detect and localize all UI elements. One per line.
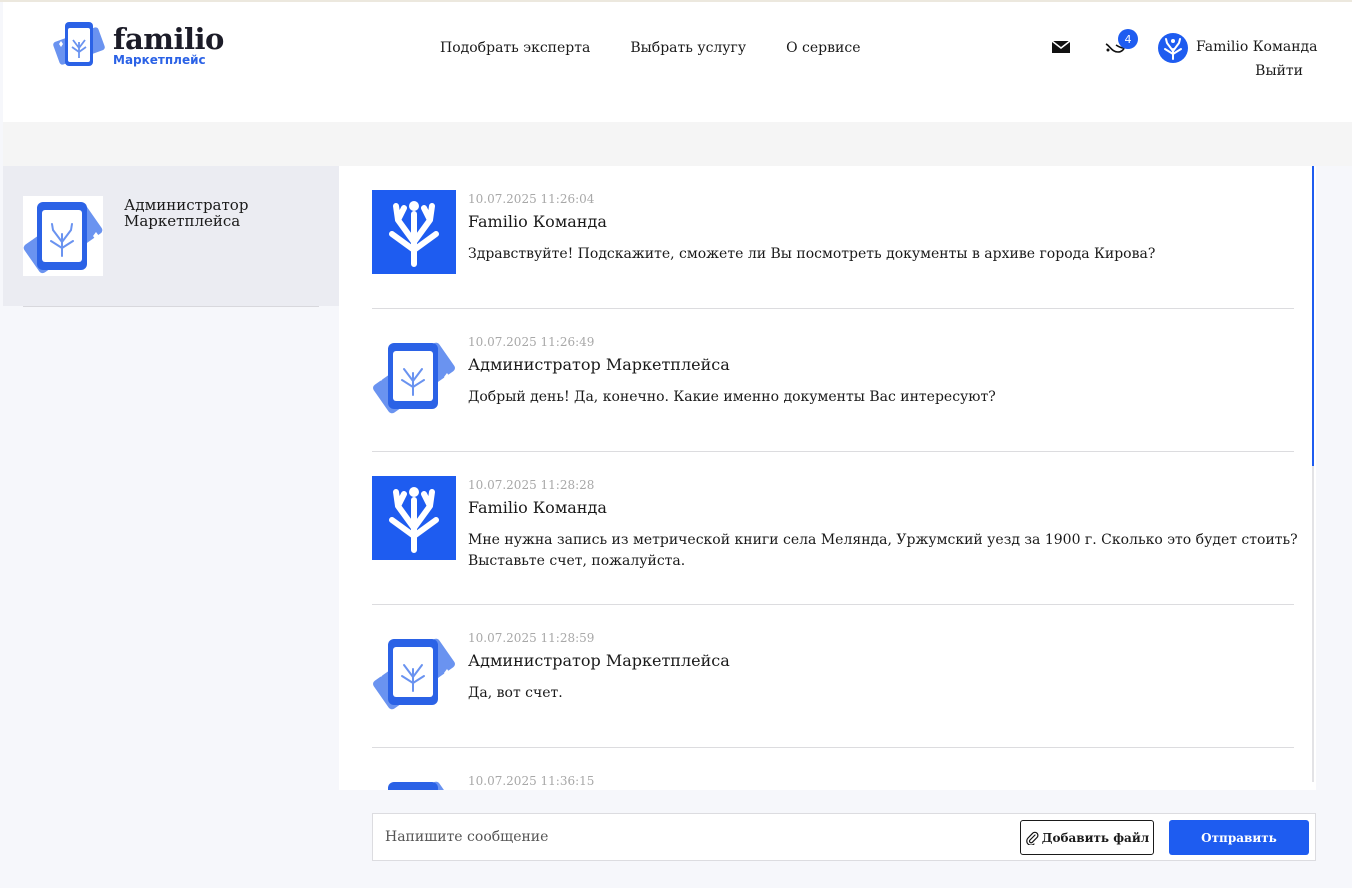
add-file-label: Добавить файл [1041,830,1150,845]
message-author: Администратор Маркетплейса [468,355,730,374]
nav-about[interactable]: О сервисе [786,40,860,56]
nav-find-expert[interactable]: Подобрать эксперта [440,40,590,56]
chat-scrollbar[interactable] [1312,166,1314,782]
user-name[interactable]: Familio Команда [1196,39,1318,55]
message-time: 10.07.2025 11:26:04 [468,192,595,206]
logo-text: familio [113,22,224,56]
header-spacer [3,122,1352,166]
mail-icon[interactable] [1052,40,1070,54]
main-nav: Подобрать эксперта Выбрать услугу О серв… [440,40,860,56]
message-time: 10.07.2025 11:36:15 [468,774,595,788]
notifications-badge: 4 [1118,29,1138,49]
marketplace-logo-icon [23,202,103,274]
chat-history[interactable]: 10.07.2025 11:26:04 Familio Команда Здра… [339,166,1316,790]
message-divider [372,451,1294,452]
contact-item[interactable]: Администратор Маркетплейса [3,166,339,306]
site-header: familio Маркетплейс Подобрать эксперта В… [3,2,1352,122]
chat-scrollbar-thumb[interactable] [1312,166,1314,466]
message-avatar [372,190,456,274]
logout-link[interactable]: Выйти [1255,63,1303,79]
message-text: Здравствуйте! Подскажите, сможете ли Вы … [468,246,1156,262]
message-text: Добрый день! Да, конечно. Какие именно д… [468,389,996,405]
message-avatar [372,629,456,713]
message-text: Мне нужна запись из метрической книги се… [468,532,1298,569]
add-file-button[interactable]: Добавить файл [1020,820,1154,855]
marketplace-logo-icon [373,638,455,710]
user-avatar[interactable] [1158,33,1188,63]
message-composer: Добавить файл Отправить [372,813,1316,861]
message-input[interactable] [385,822,1005,852]
familio-logo[interactable]: familio Маркетплейс [51,20,224,70]
message-author: Администратор Маркетплейса [468,651,730,670]
logo-subtitle: Маркетплейс [113,53,206,67]
message-time: 10.07.2025 11:28:28 [468,478,595,492]
message-time: 10.07.2025 11:26:49 [468,335,595,349]
team-tree-icon [1164,38,1182,60]
team-tree-icon [389,487,439,553]
contacts-sidebar: Администратор Маркетплейса [3,166,339,888]
send-button[interactable]: Отправить [1169,820,1309,855]
contact-name: Администратор Маркетплейса [124,196,249,230]
message-text: Да, вот счет. [468,685,563,701]
logo-icon [53,22,105,66]
contact-avatar [23,196,103,276]
nav-choose-service[interactable]: Выбрать услугу [630,40,746,56]
message-avatar [372,476,456,560]
contact-divider [23,306,319,307]
marketplace-logo-icon [373,342,455,414]
message-divider [372,604,1294,605]
team-tree-icon [389,201,439,267]
message-avatar [372,772,456,790]
message-avatar [372,333,456,417]
message-author: Familio Команда [468,498,607,517]
message-author: Familio Команда [468,212,607,231]
message-divider [372,747,1294,748]
marketplace-logo-icon [373,781,455,790]
paperclip-icon [1025,831,1039,845]
message-divider [372,308,1294,309]
message-time: 10.07.2025 11:28:59 [468,631,595,645]
